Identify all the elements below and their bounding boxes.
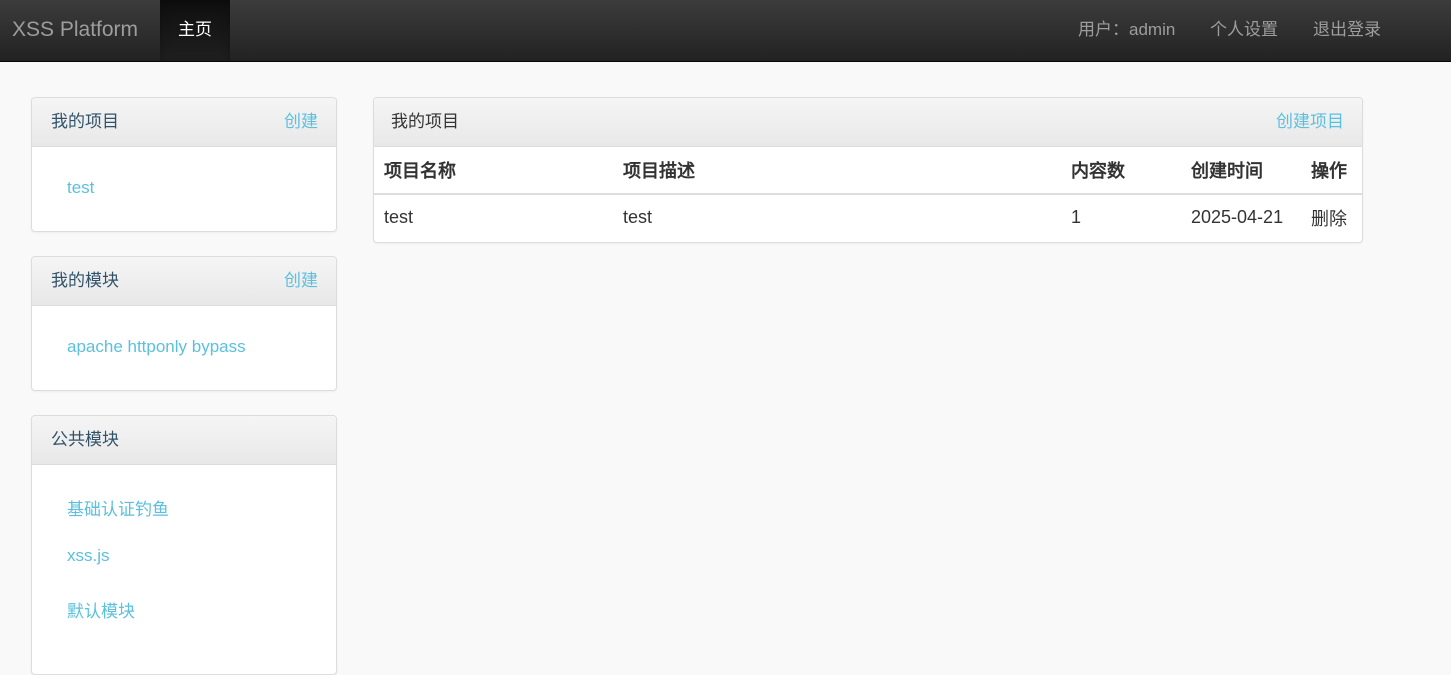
top-navbar: XSS Platform 主页 用户：admin 个人设置 退出登录 [0, 0, 1451, 62]
project-created: 2025-04-21 [1191, 207, 1284, 227]
create-module-link[interactable]: 创建 [284, 257, 318, 305]
sidebar-item-module[interactable]: apache httponly bypass [67, 337, 246, 357]
table-row: test test 1 2025-04-21 删除 [374, 194, 1362, 240]
sidebar-item-public-module[interactable]: 默认模块 [67, 597, 135, 622]
sidebar-item-public-module[interactable]: 基础认证钓鱼 [67, 495, 169, 520]
panel-title: 我的模块 [51, 271, 119, 290]
sidebar-public-modules-panel: 公共模块 基础认证钓鱼 xss.js 默认模块 [31, 415, 337, 675]
delete-project-link[interactable]: 删除 [1311, 194, 1362, 240]
create-project-button[interactable]: 创建项目 [1276, 98, 1344, 146]
column-header-description: 项目描述 [623, 147, 1071, 195]
project-name-link[interactable]: test [374, 194, 623, 240]
panel-title: 我的项目 [51, 112, 119, 131]
create-project-link[interactable]: 创建 [284, 98, 318, 146]
panel-heading: 公共模块 [32, 416, 336, 465]
project-count: 1 [1071, 207, 1082, 227]
project-description: test [623, 207, 653, 227]
column-header-name: 项目名称 [374, 147, 623, 195]
table-header-row: 项目名称 项目描述 内容数 创建时间 操作 [374, 147, 1362, 195]
column-header-count: 内容数 [1071, 147, 1191, 195]
brand-logo[interactable]: XSS Platform [12, 17, 138, 43]
panel-heading: 我的项目 创建项目 [374, 98, 1362, 147]
sidebar-item-public-module[interactable]: xss.js [67, 546, 110, 566]
panel-heading: 我的项目 创建 [32, 98, 336, 147]
panel-title: 公共模块 [51, 430, 119, 449]
nav-user-label[interactable]: 用户：admin [1078, 0, 1175, 61]
nav-logout-link[interactable]: 退出登录 [1313, 0, 1381, 61]
sidebar-projects-panel: 我的项目 创建 test [31, 97, 337, 232]
projects-table: 项目名称 项目描述 内容数 创建时间 操作 test test 1 2025-0… [374, 147, 1362, 240]
column-header-actions: 操作 [1311, 147, 1362, 195]
main-projects-panel: 我的项目 创建项目 项目名称 项目描述 内容数 创建时间 操作 test tes… [373, 97, 1363, 243]
panel-title: 我的项目 [391, 112, 459, 131]
sidebar-modules-panel: 我的模块 创建 apache httponly bypass [31, 256, 337, 391]
column-header-created: 创建时间 [1191, 147, 1311, 195]
nav-home-tab[interactable]: 主页 [160, 0, 230, 61]
sidebar-item-project[interactable]: test [67, 178, 94, 198]
nav-settings-link[interactable]: 个人设置 [1210, 0, 1278, 61]
panel-heading: 我的模块 创建 [32, 257, 336, 306]
